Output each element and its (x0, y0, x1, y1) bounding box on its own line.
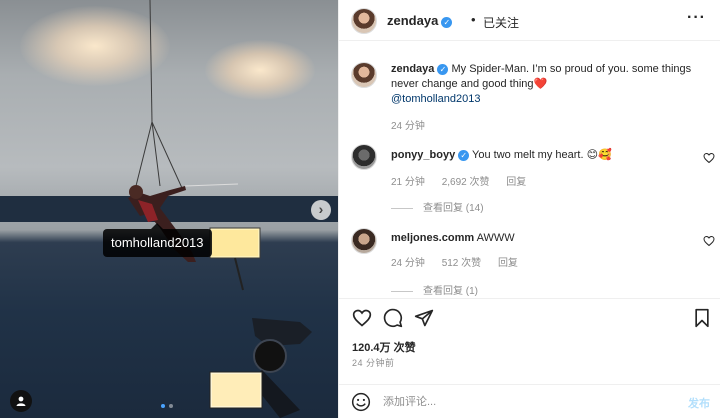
author-avatar[interactable] (351, 8, 377, 34)
post-header: zendaya ✓ • 已关注 ··· (339, 0, 720, 41)
share-paper-plane-icon[interactable] (414, 308, 434, 328)
post-time[interactable]: 24 分钟前 (352, 356, 395, 369)
save-bookmark-icon[interactable] (692, 308, 712, 328)
commenter-avatar[interactable] (351, 228, 377, 254)
following-button[interactable]: 已关注 (483, 14, 519, 31)
post-detail-panel: zendaya ✓ • 已关注 ··· zendaya ✓ My Spider-Ma… (338, 0, 720, 418)
reply-button[interactable]: 回复 (498, 258, 518, 269)
verified-badge-icon: ✓ (458, 150, 470, 161)
post-photo[interactable]: tomholland2013 › (0, 0, 338, 418)
carousel-dots (161, 404, 173, 408)
comment-username[interactable]: meljones.comm (391, 232, 474, 244)
comment-username[interactable]: ponyy_boyy (391, 149, 455, 161)
reply-button[interactable]: 回复 (506, 177, 526, 188)
comment-like-heart-icon[interactable] (703, 235, 715, 247)
user-tag-label: tomholland2013 (111, 235, 204, 250)
view-replies-button[interactable]: 查看回复 (1) (391, 282, 478, 297)
comment-composer: 发布 (339, 384, 720, 418)
comment-meta: 24 分钟 512 次赞 回复 (391, 254, 532, 269)
separator-dot: • (471, 12, 476, 27)
caption-mention[interactable]: @tomholland2013 (391, 92, 711, 107)
verified-badge-icon: ✓ (441, 17, 453, 28)
comment-text: AWWW (476, 232, 515, 244)
view-replies-label: 查看回复 (14) (423, 203, 484, 214)
author-name: zendaya (387, 13, 439, 28)
view-replies-button[interactable]: 查看回复 (14) (391, 199, 484, 214)
likes-count[interactable]: 120.4万 次赞 (352, 339, 416, 355)
author-username[interactable]: zendaya ✓ (387, 13, 453, 28)
carousel-dot (169, 404, 173, 408)
comment-body: meljones.comm AWWW (391, 232, 515, 244)
tagged-users-button[interactable] (10, 390, 32, 412)
comment-bubble-icon[interactable] (383, 308, 403, 328)
comment-meta: 21 分钟 2,692 次赞 回复 (391, 173, 540, 188)
like-heart-icon[interactable] (352, 308, 372, 328)
person-icon (16, 396, 26, 406)
following-label: 已关注 (483, 16, 520, 30)
scene-illustration (128, 0, 312, 418)
user-tag[interactable]: tomholland2013 (103, 223, 212, 257)
carousel-next-button[interactable]: › (311, 200, 331, 220)
comment-input[interactable] (383, 394, 633, 410)
post-caption: zendaya ✓ My Spider-Man. I’m so proud of … (391, 62, 711, 107)
comment-likes[interactable]: 512 次赞 (442, 258, 481, 269)
comment-like-heart-icon[interactable] (703, 152, 715, 164)
comment-body: ponyy_boyy ✓ You two melt my heart. 😊🥰 (391, 148, 612, 161)
comment-likes[interactable]: 2,692 次赞 (442, 177, 490, 188)
post-actions: 120.4万 次赞 24 分钟前 (339, 298, 720, 378)
comment-text: You two melt my heart. 😊🥰 (472, 149, 612, 161)
carousel-dot (161, 404, 165, 408)
caption-time: 24 分钟 (391, 121, 425, 132)
caption-username[interactable]: zendaya (391, 63, 434, 75)
emoji-smiley-icon[interactable] (351, 392, 371, 412)
heart-emoji: ❤️ (533, 78, 548, 90)
commenter-avatar[interactable] (351, 144, 377, 170)
post-comment-button[interactable]: 发布 (688, 395, 710, 411)
caption-meta: 24 分钟 (391, 117, 439, 132)
caption-avatar[interactable] (351, 62, 377, 88)
comment-time: 21 分钟 (391, 177, 425, 188)
view-replies-label: 查看回复 (1) (423, 286, 478, 297)
more-options-icon[interactable]: ··· (687, 9, 706, 27)
verified-badge-icon: ✓ (437, 64, 449, 75)
comment-time: 24 分钟 (391, 258, 425, 269)
